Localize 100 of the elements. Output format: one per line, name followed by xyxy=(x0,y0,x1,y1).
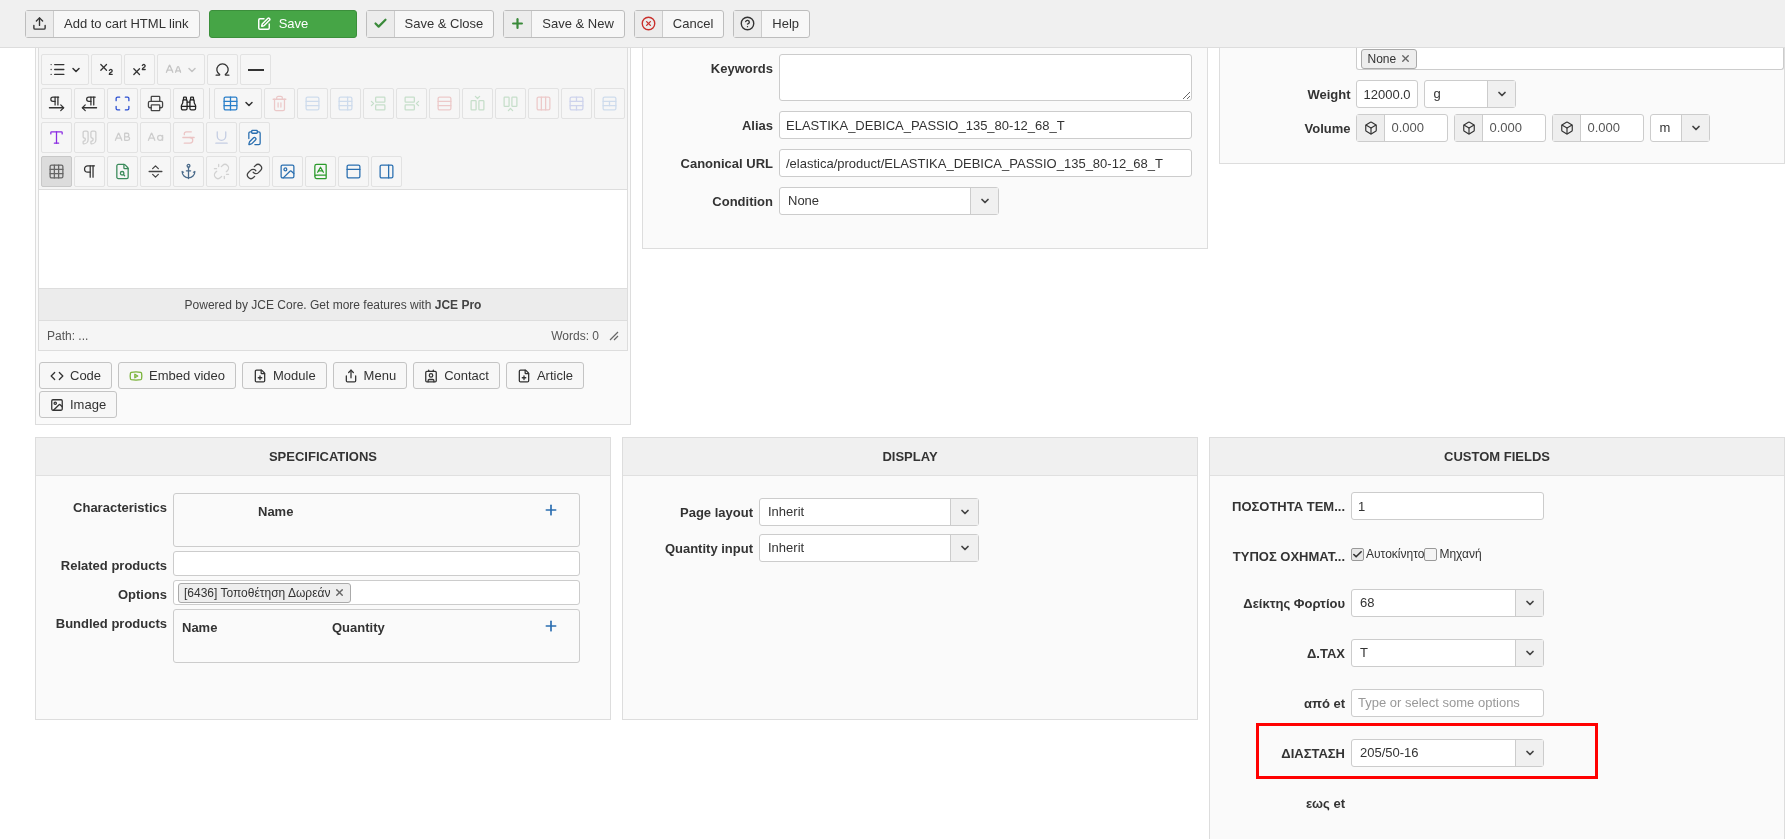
attributes-button[interactable] xyxy=(239,122,270,153)
subscript-button[interactable] xyxy=(91,54,122,85)
dimension-field[interactable]: 0.000 xyxy=(1552,114,1645,142)
link-button[interactable] xyxy=(239,156,270,187)
fullscreen-button[interactable] xyxy=(107,88,138,119)
remove-icon[interactable] xyxy=(334,587,346,598)
file-plus-icon xyxy=(252,368,267,383)
toolbar-button[interactable]: Cancel xyxy=(633,9,725,38)
image-button[interactable] xyxy=(272,156,303,187)
cube-icon xyxy=(1560,121,1574,135)
checkbox[interactable] xyxy=(1424,547,1438,561)
add-icon[interactable] xyxy=(543,618,559,634)
select-dropdown[interactable]: 205/50-16 xyxy=(1351,738,1544,767)
read-more-button[interactable] xyxy=(338,156,369,187)
check-icon xyxy=(1352,548,1363,560)
contact-card-icon xyxy=(424,368,439,383)
text-field[interactable]: /elastica/product/ELASTIKA_DEBICA_PASSIO_135_80-12_68_T xyxy=(779,149,1193,177)
upload-icon xyxy=(32,16,47,31)
style-button[interactable] xyxy=(41,122,72,153)
select-dropdown[interactable]: Inherit xyxy=(759,534,979,562)
print-button[interactable] xyxy=(140,88,171,119)
bullet-list-button[interactable] xyxy=(41,54,89,85)
tag-chip: None xyxy=(1361,48,1418,69)
unit-select[interactable]: m xyxy=(1650,114,1711,142)
field-label: Volume xyxy=(1303,120,1351,138)
panel-header: DISPLAY xyxy=(623,438,1197,476)
file-plus-icon xyxy=(516,368,531,383)
field-label: Page layout xyxy=(679,504,753,522)
tag-field[interactable]: None xyxy=(1356,48,1784,70)
panel-header: CUSTOM FIELDS xyxy=(1210,438,1784,476)
editor-insert-button[interactable]: Article xyxy=(505,362,585,389)
toolbar-button[interactable]: Add to cart HTML link xyxy=(25,9,200,38)
field-label: ΠΟΣΟΤΗΤΑ ΤΕΜ... xyxy=(1231,498,1345,516)
cube-icon xyxy=(1462,121,1476,135)
select-dropdown[interactable]: None xyxy=(779,187,999,215)
editor-insert-button[interactable]: Menu xyxy=(332,362,408,389)
unit-select[interactable]: g xyxy=(1424,80,1517,108)
close-icon xyxy=(640,16,656,31)
editor-insert-button[interactable]: Contact xyxy=(413,362,500,389)
field-label: Quantity input xyxy=(663,540,753,558)
column-header: Name xyxy=(182,619,219,637)
editor-insert-button[interactable]: Image xyxy=(39,391,118,418)
rtl-button[interactable] xyxy=(74,88,105,119)
add-icon[interactable] xyxy=(543,502,559,518)
dimension-field[interactable]: 0.000 xyxy=(1356,114,1449,142)
anchor-button[interactable] xyxy=(173,156,204,187)
cube-icon xyxy=(1364,121,1378,135)
spelling-button[interactable] xyxy=(305,156,336,187)
horizontal-rule-button[interactable] xyxy=(240,54,271,85)
dimension-field[interactable]: 0.000 xyxy=(1454,114,1547,142)
plus-icon xyxy=(510,16,526,31)
field-label: Characteristics xyxy=(72,499,167,517)
tag-chip: [6436] Τοποθέτηση Δωρεάν xyxy=(178,582,352,603)
page-break-button[interactable] xyxy=(140,156,171,187)
field-label: Options xyxy=(116,586,167,604)
video-icon xyxy=(129,368,144,383)
editor-promo-text: Powered by JCE Core. Get more features with JCE Pro xyxy=(184,296,482,314)
column-header: Name xyxy=(258,503,294,521)
image-icon xyxy=(50,397,64,412)
visual-aid-button[interactable] xyxy=(41,156,72,187)
field-label: Related products xyxy=(59,557,167,575)
resize-handle-icon[interactable] xyxy=(609,330,619,341)
text-field[interactable] xyxy=(173,551,580,576)
field-label: Canonical URL xyxy=(679,155,773,173)
edit-icon xyxy=(256,16,271,31)
editor-insert-button[interactable]: Module xyxy=(241,362,327,389)
field-label: Δ.ΤΑΧ xyxy=(1306,644,1345,663)
text-field[interactable]: ELASTIKA_DEBICA_PASSIO_135_80-12_68_T xyxy=(779,111,1193,139)
editor-insert-button[interactable]: Code xyxy=(39,362,113,389)
search-button[interactable] xyxy=(173,88,204,119)
table-button[interactable] xyxy=(214,88,262,119)
field-label: ΔΙΑΣΤΑΣΗ xyxy=(1280,744,1345,763)
check-icon xyxy=(372,16,388,31)
select-dropdown[interactable]: T xyxy=(1351,638,1544,667)
toolbar-button[interactable]: Help xyxy=(733,9,811,38)
checkbox-label: Αυτοκίνητο xyxy=(1366,546,1425,563)
panel-button[interactable] xyxy=(371,156,402,187)
element-path: Path: ... xyxy=(47,327,89,345)
toolbar-button[interactable]: Save & New xyxy=(503,9,625,38)
word-count: Words: 0 xyxy=(551,327,599,345)
text-field[interactable]: 1 xyxy=(1351,492,1544,520)
preview-button[interactable] xyxy=(107,156,138,187)
special-char-button[interactable] xyxy=(207,54,238,85)
weight-field[interactable]: 12000.0 xyxy=(1356,80,1419,108)
field-label: εως et xyxy=(1304,794,1345,813)
editor-insert-button[interactable]: Embed video xyxy=(118,362,236,389)
select-dropdown[interactable]: Inherit xyxy=(759,498,979,526)
toolbar-button[interactable]: Save & Close xyxy=(365,9,495,38)
field-label: Δείκτης Φορτίου xyxy=(1242,594,1345,613)
superscript-button[interactable] xyxy=(124,54,155,85)
show-blocks-button[interactable] xyxy=(74,156,105,187)
select-dropdown[interactable]: 68 xyxy=(1351,588,1544,617)
ltr-button[interactable] xyxy=(41,88,72,119)
checkbox[interactable] xyxy=(1351,547,1364,561)
multi-select-field[interactable]: Type or select some options xyxy=(1351,688,1544,717)
tag-field[interactable]: [6436] Τοποθέτηση Δωρεάν xyxy=(173,580,580,605)
field-label: ΤΥΠΟΣ ΟΧΗΜΑΤ... xyxy=(1231,548,1345,566)
remove-icon[interactable] xyxy=(1400,53,1412,64)
field-label: Bundled products xyxy=(54,615,167,633)
column-header: Quantity xyxy=(332,619,385,637)
